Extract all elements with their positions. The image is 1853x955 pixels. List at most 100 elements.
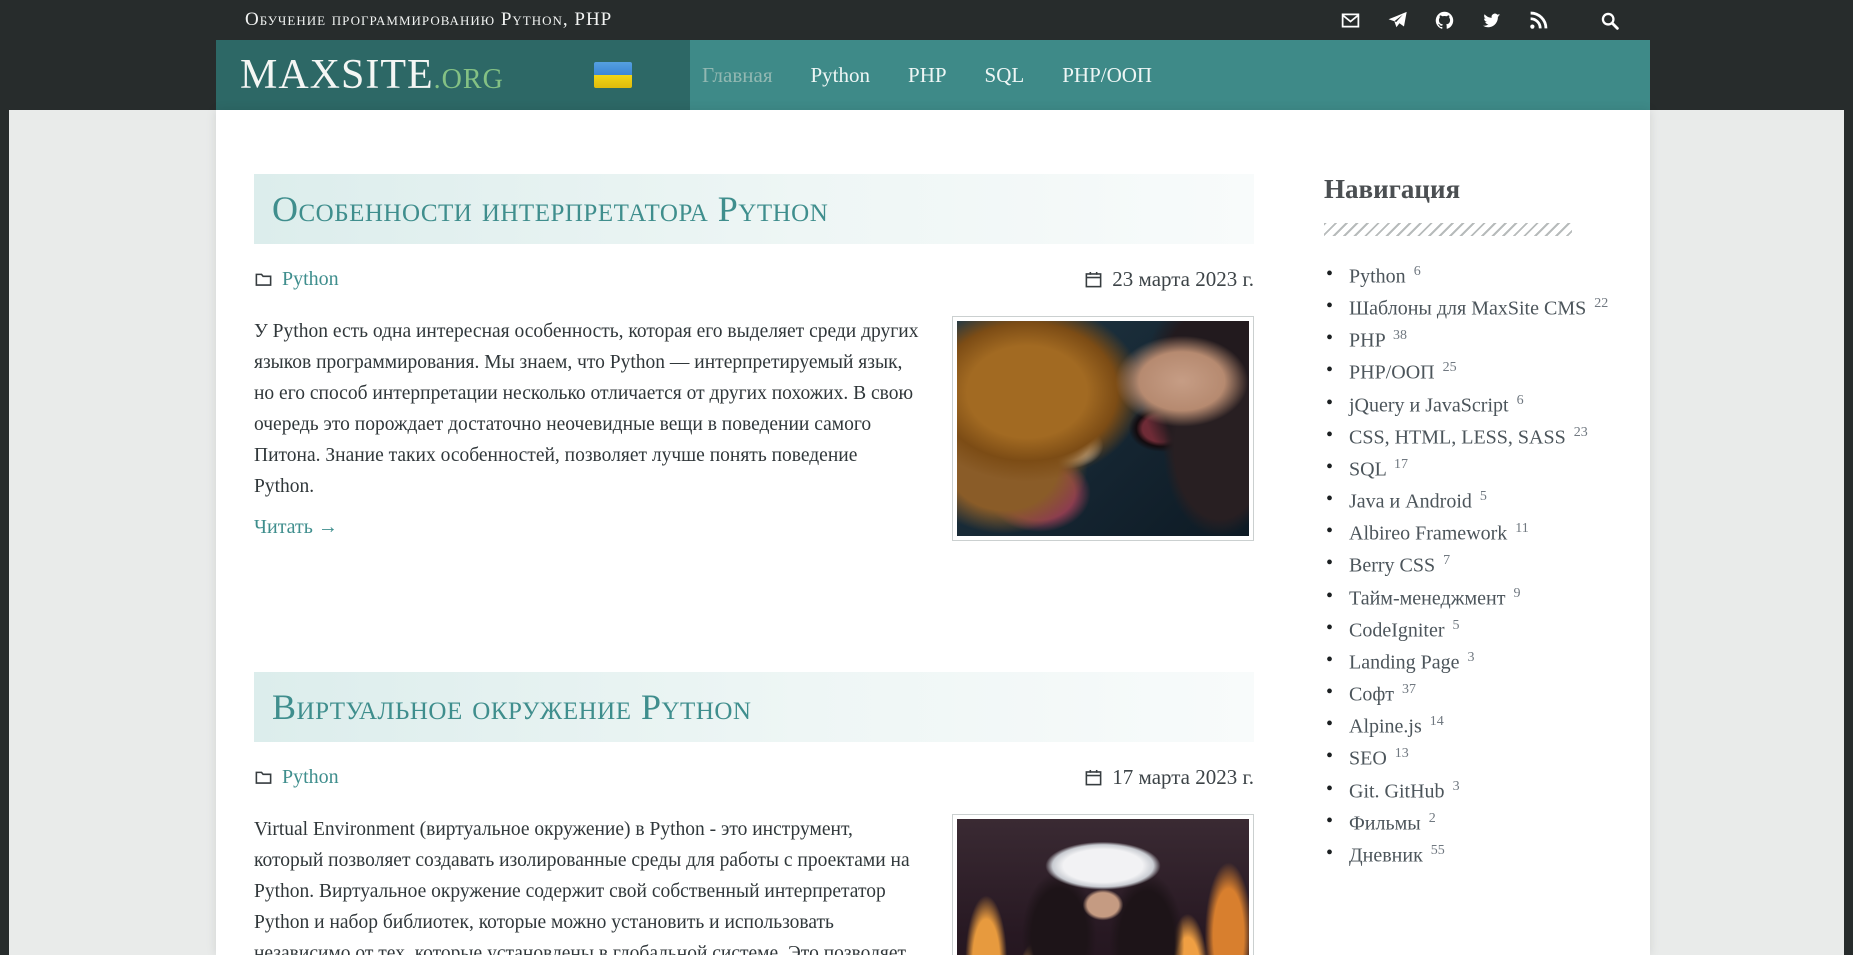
post-image-lizard[interactable] xyxy=(952,316,1254,541)
category-count: 7 xyxy=(1443,553,1450,568)
hatch-divider xyxy=(1324,223,1572,236)
category-link[interactable]: Landing Page xyxy=(1349,652,1460,674)
post-category-link[interactable]: Python xyxy=(282,268,339,291)
post-meta: Python 17 марта 2023 г. xyxy=(254,764,1254,790)
category-item: Git. GitHub 3 xyxy=(1324,779,1612,804)
category-count: 3 xyxy=(1453,779,1460,794)
spacer xyxy=(254,541,1254,608)
post-title-bar: Особенности интерпретатора Python xyxy=(254,174,1254,244)
post-1: Особенности интерпретатора Python Python xyxy=(254,174,1254,541)
category-item: Шаблоны для MaxSite CMS 22 xyxy=(1324,296,1612,321)
email-icon[interactable] xyxy=(1340,10,1361,31)
folder-icon xyxy=(254,270,273,289)
category-item: Тайм-менеджмент 9 xyxy=(1324,586,1612,611)
category-count: 55 xyxy=(1431,843,1445,858)
category-item: Berry CSS 7 xyxy=(1324,553,1612,578)
category-link[interactable]: Дневник xyxy=(1349,844,1423,866)
post-excerpt: Virtual Environment (виртуальное окружен… xyxy=(254,814,922,955)
lizard-woman-image xyxy=(957,321,1249,536)
nav-item[interactable]: SQL xyxy=(985,63,1025,88)
category-count: 37 xyxy=(1402,682,1416,697)
search-icon[interactable] xyxy=(1599,10,1620,31)
category-item: Java и Android 5 xyxy=(1324,489,1612,514)
twitter-icon[interactable] xyxy=(1481,10,1502,31)
category-item: SQL 17 xyxy=(1324,457,1612,482)
post-category-link[interactable]: Python xyxy=(282,766,339,789)
telegram-icon[interactable] xyxy=(1387,10,1408,31)
category-link[interactable]: SEO xyxy=(1349,748,1387,770)
site-tagline: Обучение программированию Python, PHP xyxy=(245,9,612,31)
site-header: MaxSite.org Главная Python PHP SQL PHP/ООП xyxy=(216,40,1650,110)
category-count: 11 xyxy=(1515,521,1528,536)
nav-item[interactable]: Главная xyxy=(702,63,773,88)
category-link[interactable]: jQuery и JavaScript xyxy=(1349,394,1509,416)
logo-suffix: .org xyxy=(434,64,504,95)
category-link[interactable]: Шаблоны для MaxSite CMS xyxy=(1349,298,1586,320)
nav-item[interactable]: PHP xyxy=(908,63,947,88)
rss-icon[interactable] xyxy=(1528,10,1549,31)
category-link[interactable]: Albireo Framework xyxy=(1349,523,1507,545)
content-card: Особенности интерпретатора Python Python xyxy=(216,110,1650,955)
category-link[interactable]: Python xyxy=(1349,266,1406,288)
calendar-icon xyxy=(1084,768,1103,787)
logo-text: MaxSite.org xyxy=(240,51,504,99)
category-item: PHP/ООП 25 xyxy=(1324,360,1612,385)
category-count: 17 xyxy=(1394,457,1408,472)
category-item: SEO 13 xyxy=(1324,746,1612,771)
category-link[interactable]: PHP xyxy=(1349,330,1385,352)
category-count: 6 xyxy=(1517,393,1524,408)
category-count: 5 xyxy=(1453,618,1460,633)
sidebar: Навигация Python 6Шаблоны для MaxSite CM… xyxy=(1324,174,1612,955)
post-body: Virtual Environment (виртуальное окружен… xyxy=(254,814,1254,955)
topbar: Обучение программированию Python, PHP xyxy=(0,0,1853,40)
category-link[interactable]: Тайм-менеджмент xyxy=(1349,587,1505,609)
nav-item[interactable]: Python xyxy=(811,63,871,88)
category-count: 2 xyxy=(1429,811,1436,826)
post-excerpt: У Python есть одна интересная особенност… xyxy=(254,316,922,502)
read-more-link[interactable]: Читать → xyxy=(254,516,338,539)
nav-item[interactable]: PHP/ООП xyxy=(1062,63,1152,88)
logo[interactable]: MaxSite.org xyxy=(216,40,690,110)
page-background: Особенности интерпретатора Python Python xyxy=(9,110,1844,955)
category-count: 13 xyxy=(1395,746,1409,761)
folder-icon xyxy=(254,768,273,787)
category-item: CSS, HTML, LESS, SASS 23 xyxy=(1324,425,1612,450)
page: Обучение программированию Python, PHP xyxy=(0,0,1853,955)
post-image-vr[interactable] xyxy=(952,814,1254,955)
category-item: PHP 38 xyxy=(1324,328,1612,353)
github-icon[interactable] xyxy=(1434,10,1455,31)
category-item: Софт 37 xyxy=(1324,682,1612,707)
category-count: 22 xyxy=(1594,296,1608,311)
logo-main: MaxSite xyxy=(240,52,434,98)
category-count: 6 xyxy=(1414,264,1421,279)
category-count: 3 xyxy=(1468,650,1475,665)
category-link[interactable]: Java и Android xyxy=(1349,491,1472,513)
category-count: 25 xyxy=(1443,360,1457,375)
category-link[interactable]: SQL xyxy=(1349,459,1386,481)
category-item: jQuery и JavaScript 6 xyxy=(1324,393,1612,418)
ukraine-flag-icon xyxy=(594,62,632,88)
category-count: 14 xyxy=(1430,714,1444,729)
topbar-icons xyxy=(1340,10,1620,31)
category-link[interactable]: Софт xyxy=(1349,684,1394,706)
category-count: 23 xyxy=(1574,425,1588,440)
category-list: Python 6 Шаблоны для MaxSite CMS 22 PHP 38… xyxy=(1324,264,1612,867)
post-date: 23 марта 2023 г. xyxy=(1112,267,1254,292)
category-link[interactable]: Berry CSS xyxy=(1349,555,1435,577)
category-count: 38 xyxy=(1393,328,1407,343)
post-title-link[interactable]: Виртуальное окружение Python xyxy=(272,686,752,728)
category-link[interactable]: CodeIgniter xyxy=(1349,619,1445,641)
category-link[interactable]: Git. GitHub xyxy=(1349,780,1445,802)
category-link[interactable]: CSS, HTML, LESS, SASS xyxy=(1349,426,1566,448)
main-nav: Главная Python PHP SQL PHP/ООП xyxy=(690,40,1650,110)
post-body: У Python есть одна интересная особенност… xyxy=(254,316,1254,541)
category-item: Landing Page 3 xyxy=(1324,650,1612,675)
category-item: Фильмы 2 xyxy=(1324,811,1612,836)
post-date: 17 марта 2023 г. xyxy=(1112,765,1254,790)
post-title-bar: Виртуальное окружение Python xyxy=(254,672,1254,742)
category-item: Дневник 55 xyxy=(1324,843,1612,868)
category-link[interactable]: Alpine.js xyxy=(1349,716,1422,738)
category-link[interactable]: Фильмы xyxy=(1349,812,1421,834)
post-title-link[interactable]: Особенности интерпретатора Python xyxy=(272,188,828,230)
category-link[interactable]: PHP/ООП xyxy=(1349,362,1435,384)
